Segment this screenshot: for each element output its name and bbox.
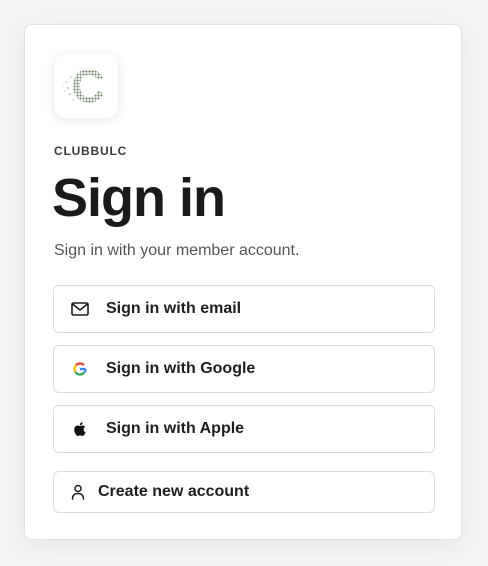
page-subtitle: Sign in with your member account. [54, 242, 300, 259]
sign-in-google-button[interactable]: Sign in with Google [53, 345, 435, 393]
google-icon [70, 359, 90, 379]
user-icon [68, 482, 88, 502]
clubbulc-logo-icon: C [54, 54, 118, 118]
mail-icon [70, 299, 90, 319]
sign-in-card: C CLUBBULC Sign in Sign in with your mem… [24, 24, 462, 540]
svg-text:C: C [71, 60, 104, 112]
apple-icon [70, 419, 90, 439]
sign-in-google-label: Sign in with Google [106, 360, 256, 377]
sign-in-apple-button[interactable]: Sign in with Apple [53, 405, 435, 453]
sign-in-apple-label: Sign in with Apple [106, 420, 245, 437]
sign-in-email-button[interactable]: Sign in with email [53, 285, 435, 333]
create-account-button[interactable]: Create new account [53, 471, 435, 513]
create-account-label: Create new account [98, 483, 250, 500]
brand-name: CLUBBULC [54, 144, 128, 158]
sign-in-email-label: Sign in with email [106, 300, 242, 317]
page-title: Sign in [52, 168, 226, 228]
